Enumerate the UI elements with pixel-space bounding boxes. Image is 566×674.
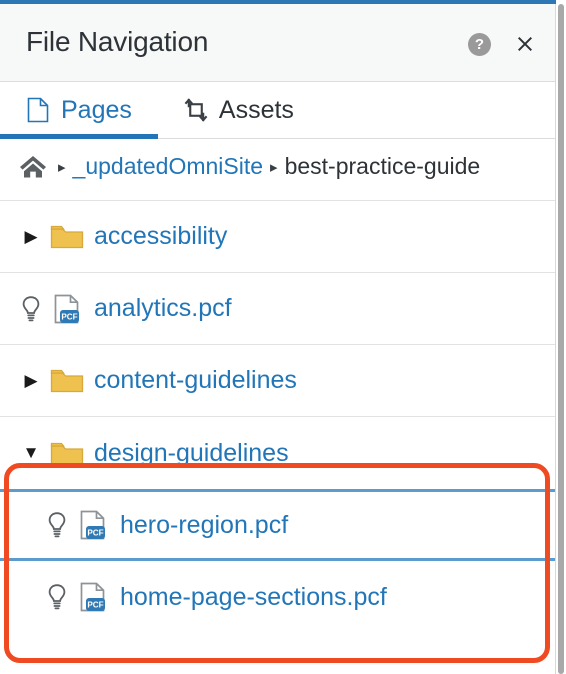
tree-row-content-guidelines[interactable]: ▶ content-guidelines [0,345,555,417]
page-title: File Navigation [26,26,209,57]
scrollbar-track[interactable] [556,4,566,674]
page-icon [26,97,50,123]
svg-text:PCF: PCF [61,312,77,321]
file-navigation-panel: File Navigation ? Pages Assets ▸ _update… [0,4,556,674]
scrollbar-thumb[interactable] [558,4,564,674]
tree-label-hero-region-pcf[interactable]: hero-region.pcf [112,511,288,540]
chevron-right-icon-accessibility[interactable]: ▶ [14,227,48,247]
breadcrumb-separator: ▸ [58,159,66,176]
svg-text:PCF: PCF [87,528,103,537]
transfer-arrows-icon [184,97,208,123]
header-actions: ? [468,32,537,56]
tree-label-accessibility[interactable]: accessibility [86,222,227,251]
file-tree: ▶ accessibility PCF analytics.pcf ▶ cont… [0,201,555,633]
lightbulb-icon-analytics-pcf[interactable] [14,295,48,323]
chevron-down-icon-design-guidelines[interactable]: ▼ [14,443,48,463]
folder-icon-accessibility [48,223,86,250]
breadcrumb: ▸ _updatedOmniSite ▸ best-practice-guide [0,139,555,201]
breadcrumb-item-updatedomnisite[interactable]: _updatedOmniSite [73,153,264,179]
home-icon[interactable] [18,153,48,188]
file-navigation-window: File Navigation ? Pages Assets ▸ _update… [0,0,566,674]
svg-text:PCF: PCF [87,600,103,609]
breadcrumb-separator-2: ▸ [270,159,278,176]
folder-icon-design-guidelines [48,440,86,467]
tree-label-content-guidelines[interactable]: content-guidelines [86,366,297,395]
tab-assets[interactable]: Assets [158,82,320,138]
chevron-right-icon-content-guidelines[interactable]: ▶ [14,371,48,391]
tree-row-hero-region-pcf[interactable]: PCF hero-region.pcf [0,489,555,561]
tree-label-home-page-sections-pcf[interactable]: home-page-sections.pcf [112,583,387,612]
folder-icon-content-guidelines [48,367,86,394]
pcf-file-icon-hero-region-pcf: PCF [74,509,112,541]
tree-row-accessibility[interactable]: ▶ accessibility [0,201,555,273]
pcf-file-icon-analytics-pcf: PCF [48,293,86,325]
tab-pages[interactable]: Pages [0,82,158,139]
tab-bar: Pages Assets [0,82,555,139]
panel-header: File Navigation ? [0,4,555,82]
tree-row-analytics-pcf[interactable]: PCF analytics.pcf [0,273,555,345]
tree-label-design-guidelines[interactable]: design-guidelines [86,439,289,468]
tab-assets-label: Assets [218,95,294,124]
pcf-file-icon-home-page-sections-pcf: PCF [74,581,112,613]
lightbulb-icon-home-page-sections-pcf[interactable] [40,583,74,611]
lightbulb-icon-hero-region-pcf[interactable] [40,511,74,539]
breadcrumb-item-best-practice-guide[interactable]: best-practice-guide [285,153,481,179]
tree-row-design-guidelines[interactable]: ▼ design-guidelines [0,417,555,489]
help-icon[interactable]: ? [468,32,491,56]
tab-pages-label: Pages [61,95,132,124]
close-icon[interactable] [513,32,537,56]
tree-label-analytics-pcf[interactable]: analytics.pcf [86,294,232,323]
tree-row-home-page-sections-pcf[interactable]: PCF home-page-sections.pcf [0,561,555,633]
